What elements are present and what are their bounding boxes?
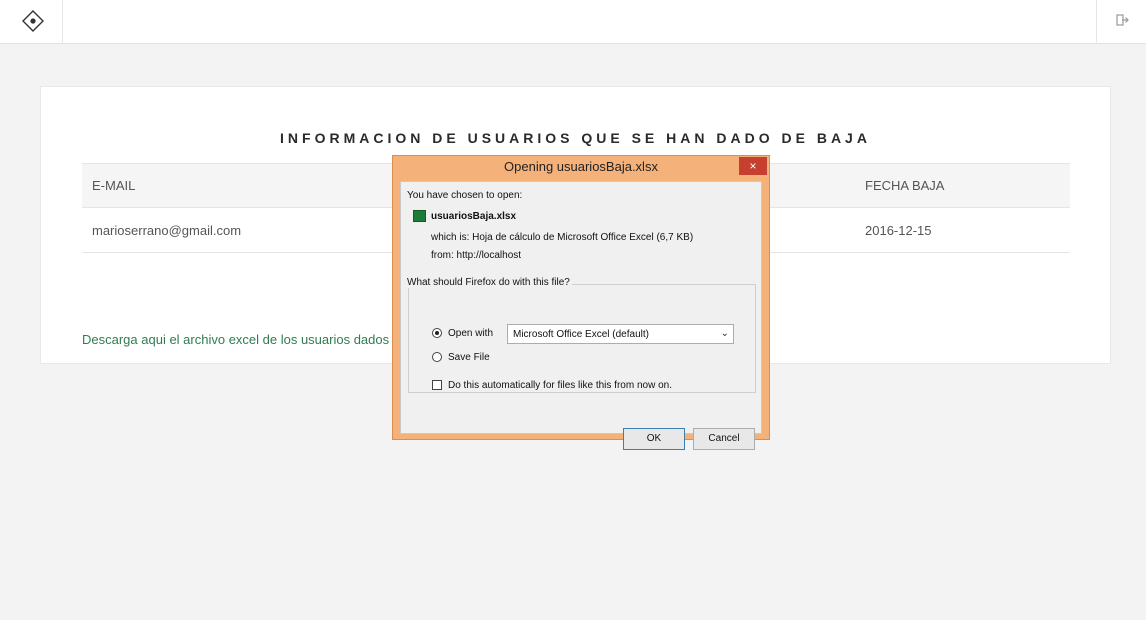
save-file-radio[interactable]: [432, 352, 442, 362]
chevron-down-icon: ⌄: [720, 328, 729, 339]
page-title: INFORMACION DE USUARIOS QUE SE HAN DADO …: [280, 130, 871, 146]
application-select-value: Microsoft Office Excel (default): [513, 329, 649, 340]
divider: [62, 0, 63, 44]
logo-icon[interactable]: [22, 10, 44, 32]
download-excel-link[interactable]: Descarga aqui el archivo excel de los us…: [82, 332, 407, 347]
dialog-body: You have chosen to open: usuariosBaja.xl…: [400, 181, 762, 450]
dialog-title: Opening usuariosBaja.xlsx: [504, 159, 658, 174]
action-question: What should Firefox do with this file?: [405, 277, 572, 288]
auto-action-label[interactable]: Do this automatically for files like thi…: [448, 380, 672, 391]
file-name: usuariosBaja.xlsx: [431, 211, 517, 222]
cell-fecha-baja: 2016-12-15: [865, 223, 932, 238]
save-file-label[interactable]: Save File: [448, 352, 490, 363]
chosen-label: You have chosen to open:: [407, 190, 523, 201]
top-bar: [0, 0, 1146, 44]
auto-action-checkbox[interactable]: [432, 380, 442, 390]
open-with-radio[interactable]: [432, 328, 442, 338]
close-button[interactable]: ×: [739, 157, 767, 175]
cell-email: marioserrano@gmail.com: [92, 223, 242, 238]
column-header-email: E-MAIL: [92, 178, 136, 193]
download-dialog: Opening usuariosBaja.xlsx × You have cho…: [392, 155, 770, 450]
excel-file-icon: [413, 210, 426, 222]
cancel-button[interactable]: Cancel: [693, 428, 755, 450]
ok-button[interactable]: OK: [623, 428, 685, 450]
application-select[interactable]: Microsoft Office Excel (default) ⌄: [507, 324, 734, 344]
logout-icon[interactable]: [1116, 13, 1130, 27]
open-with-label[interactable]: Open with: [448, 328, 493, 339]
divider: [1096, 0, 1097, 44]
file-source: from: http://localhost: [431, 250, 522, 261]
column-header-fecha-baja: FECHA BAJA: [865, 178, 945, 193]
file-type: which is: Hoja de cálculo de Microsoft O…: [431, 232, 694, 243]
